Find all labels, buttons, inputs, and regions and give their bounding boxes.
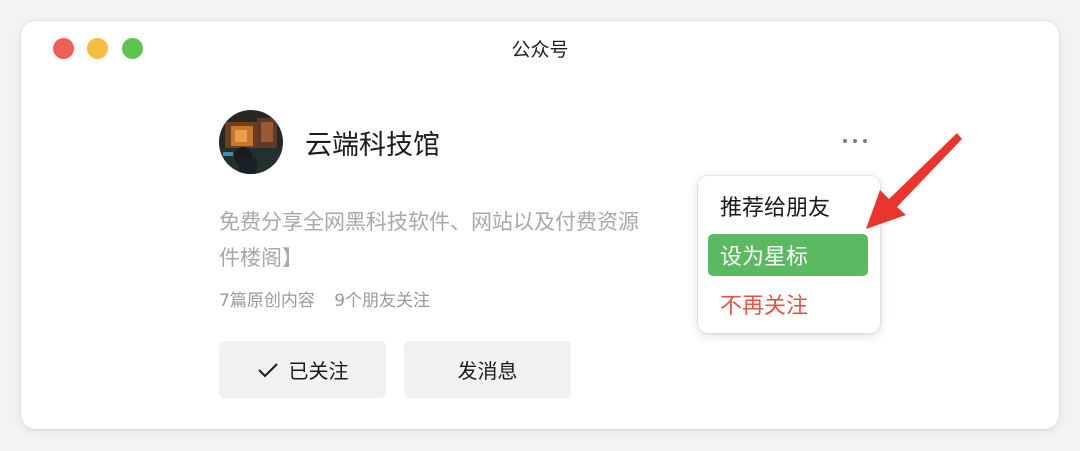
avatar-image [219, 110, 283, 174]
account-description: 免费分享全网黑科技软件、网站以及付费资源 件楼阁】 [219, 204, 699, 276]
description-line-1: 免费分享全网黑科技软件、网站以及付费资源 [219, 210, 639, 234]
check-icon [257, 361, 279, 379]
following-button[interactable]: 已关注 [219, 341, 386, 398]
account-stats: 7篇原创内容 9个朋友关注 [219, 286, 430, 311]
following-label: 已关注 [288, 359, 349, 383]
more-button[interactable] [835, 129, 875, 153]
menu-item-set-star[interactable]: 设为星标 [708, 234, 868, 276]
send-message-button[interactable]: 发消息 [404, 341, 571, 398]
menu-item-unfollow[interactable]: 不再关注 [708, 283, 868, 325]
window-title: 公众号 [511, 39, 569, 61]
more-menu: 推荐给朋友 设为星标 不再关注 [698, 176, 880, 333]
original-articles-count: 7篇原创内容 [219, 291, 315, 311]
avatar [219, 110, 283, 174]
account-name: 云端科技馆 [305, 130, 440, 161]
account-window: 公众号 云端科技馆 免费分享全网黑科技软件、网站以及付费资源 件楼阁】 7篇原创… [21, 21, 1059, 429]
description-line-2: 件楼阁】 [219, 246, 303, 270]
friends-following-count: 9个朋友关注 [334, 291, 431, 311]
menu-item-recommend-to-friend[interactable]: 推荐给朋友 [708, 185, 868, 227]
send-message-label: 发消息 [457, 359, 518, 383]
